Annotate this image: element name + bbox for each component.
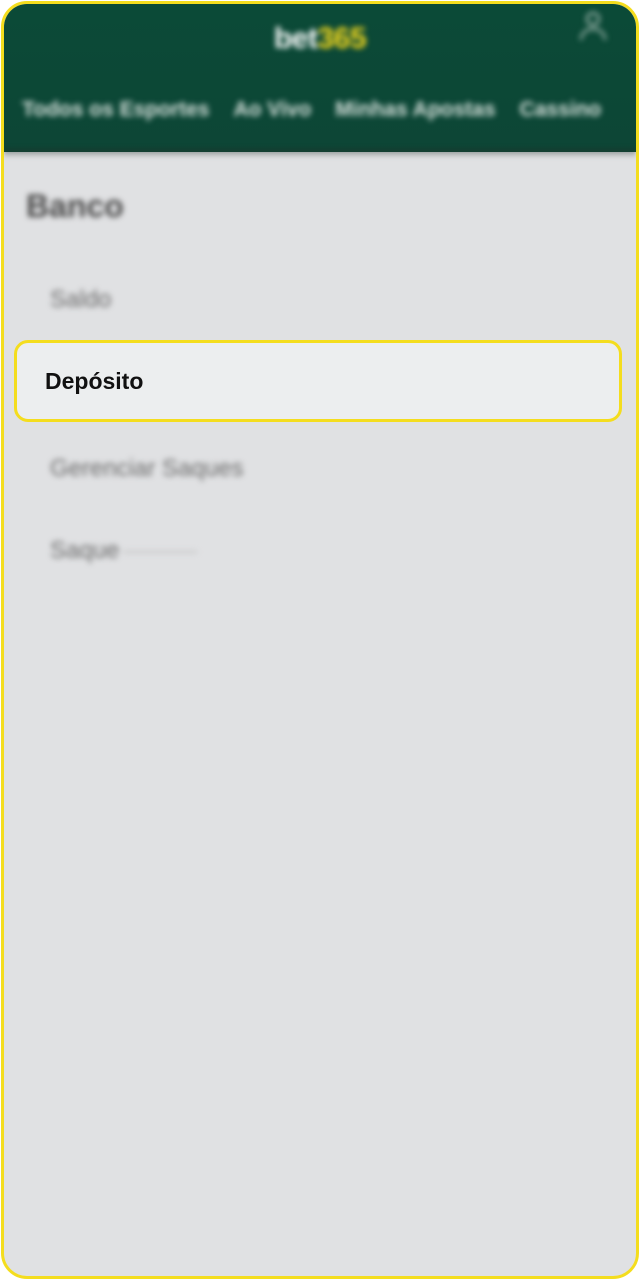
user-icon[interactable] bbox=[580, 12, 606, 42]
menu-item-saque-label: Saque bbox=[50, 537, 120, 564]
logo-text-bet: bet bbox=[273, 22, 318, 55]
nav-item-minhas-apostas[interactable]: Minhas Apostas bbox=[335, 98, 495, 122]
nav-item-todos-esportes[interactable]: Todos os Esportes bbox=[22, 98, 209, 122]
menu-item-deposito-label: Depósito bbox=[45, 367, 144, 394]
nav-item-ao-vivo[interactable]: Ao Vivo bbox=[233, 98, 311, 122]
nav-item-cassino[interactable]: Cassino bbox=[520, 98, 602, 122]
menu-item-saldo[interactable]: Saldo bbox=[50, 286, 111, 314]
brand-logo[interactable]: bet365 bbox=[4, 22, 636, 56]
top-header: bet365 Todos os Esportes Ao Vivo Minhas … bbox=[4, 4, 636, 152]
user-icon-body bbox=[580, 28, 606, 40]
logo-text-365: 365 bbox=[317, 22, 367, 55]
sports-nav: Todos os Esportes Ao Vivo Minhas Apostas… bbox=[22, 98, 601, 122]
saque-underline bbox=[123, 550, 198, 553]
menu-item-saque[interactable]: Saque bbox=[50, 537, 198, 565]
header-shadow bbox=[4, 148, 636, 158]
bank-section-title: Banco bbox=[26, 188, 124, 224]
menu-item-gerenciar-saques[interactable]: Gerenciar Saques bbox=[50, 455, 243, 483]
user-icon-head bbox=[586, 12, 600, 26]
header-content: bet365 Todos os Esportes Ao Vivo Minhas … bbox=[4, 4, 636, 152]
menu-item-deposito[interactable]: Depósito bbox=[14, 340, 622, 422]
app-frame: bet365 Todos os Esportes Ao Vivo Minhas … bbox=[1, 1, 639, 1279]
